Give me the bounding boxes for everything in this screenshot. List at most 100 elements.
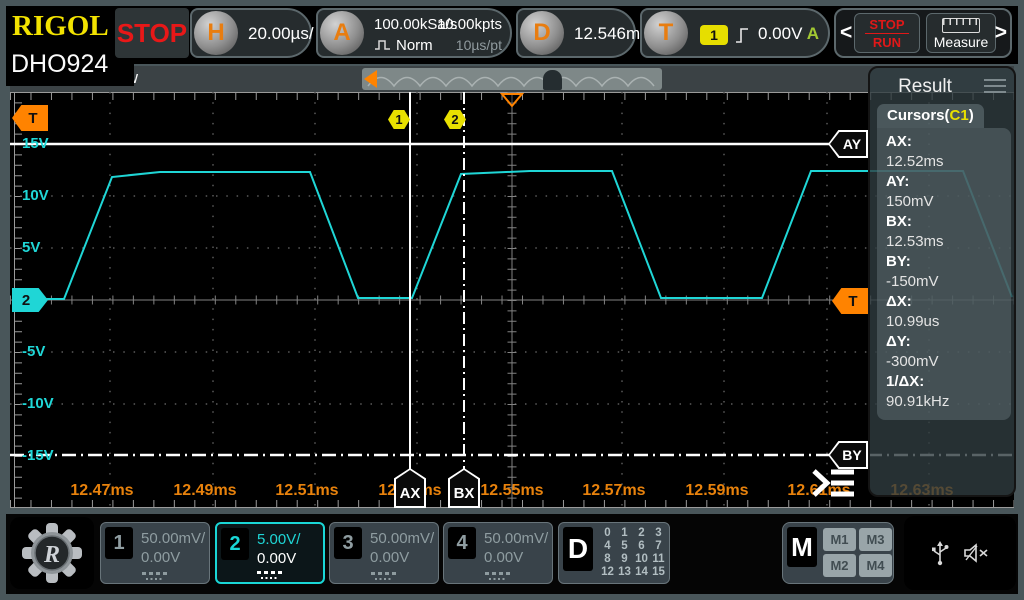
channel2-trace: [22, 170, 1013, 300]
horizontal-settings-button[interactable]: H 20.00µs/: [190, 8, 314, 58]
coupling-icon: [485, 572, 511, 575]
time-per-point: 10µs/pt: [455, 37, 502, 53]
measure-label: Measure: [933, 34, 989, 50]
model-name: DHO924: [11, 50, 109, 78]
result-menu-icon[interactable]: [984, 79, 1006, 97]
trigger-position-icon[interactable]: [499, 93, 525, 108]
rising-edge-icon: [736, 28, 748, 43]
quick-menu-group: < STOP RUN Measure >: [834, 8, 1012, 58]
channel3-scale: 50.00mV/: [370, 530, 435, 547]
result-item: BX: 12.53ms: [886, 212, 1011, 252]
math-box[interactable]: M M1 M3 M2 M4: [782, 522, 894, 584]
channel3-box[interactable]: 3 50.00mV/ 0.00V: [329, 522, 439, 584]
digital-ch: 1: [621, 527, 628, 539]
trigger-settings-button[interactable]: T 1 0.00V A: [640, 8, 830, 58]
x-label: 12.57ms: [582, 482, 646, 499]
result-item: ΔX: 10.99us: [886, 292, 1011, 332]
channel4-number: 4: [448, 527, 476, 559]
coupling-icon: [142, 572, 168, 575]
navigator-position-marker[interactable]: [543, 70, 562, 90]
y-label: 10V: [22, 187, 49, 204]
result-value: -300mV: [886, 353, 939, 370]
x-label: 12.51ms: [275, 482, 339, 499]
digital-ch: 12: [601, 566, 614, 578]
coupling-dots-icon: [146, 578, 164, 580]
digital-ch: 9: [621, 553, 628, 565]
navigator-left-arrow-icon: [364, 70, 377, 88]
digital-ch: 7: [655, 540, 662, 552]
cursors-tab-source: C1: [949, 107, 969, 124]
digital-ch: 0: [604, 527, 611, 539]
math2-button[interactable]: M2: [823, 554, 856, 577]
digital-label: D: [563, 527, 593, 571]
math3-button[interactable]: M3: [859, 528, 892, 551]
result-value: 12.52ms: [886, 153, 944, 170]
waveform-navigator[interactable]: [362, 68, 662, 90]
cursors-tab-prefix: Cursors(: [887, 107, 950, 124]
expand-menu-icon[interactable]: [810, 466, 856, 500]
cursor-bx-label: BX: [450, 470, 478, 506]
rigol-menu-button[interactable]: R: [10, 517, 94, 589]
channel4-box[interactable]: 4 50.00mV/ 0.00V: [443, 522, 553, 584]
x-label: 12.49ms: [173, 482, 237, 499]
digital-channels-box[interactable]: D 0 1 2 3 4 5 6 7 8 9 10 11 12 13 14 15: [558, 522, 670, 584]
x-label: 12.47ms: [70, 482, 134, 499]
x-label: 12.59ms: [685, 482, 749, 499]
prev-arrow-button[interactable]: <: [840, 10, 852, 56]
result-label: ΔY:: [886, 333, 911, 350]
trigger-knob[interactable]: T: [644, 11, 688, 55]
x-label: 12.55ms: [480, 482, 544, 499]
digital-ch: 15: [652, 566, 665, 578]
digital-ch: 14: [635, 566, 648, 578]
cursor-by-label: BY: [830, 443, 866, 467]
memory-depth: 10.00kpts: [436, 16, 502, 33]
result-item: AX: 12.52ms: [886, 132, 1011, 172]
acquisition-status: STOP: [115, 8, 189, 58]
result-value: 10.99us: [886, 313, 940, 330]
math1-button[interactable]: M1: [823, 528, 856, 551]
coupling-icon: [257, 571, 283, 574]
horizontal-knob[interactable]: H: [194, 11, 238, 55]
y-label: -5V: [22, 343, 46, 360]
cursors-tab[interactable]: Cursors(C1): [877, 104, 984, 128]
channel1-number: 1: [105, 527, 133, 559]
y-label: 15V: [22, 135, 49, 152]
result-label: AY:: [886, 173, 910, 190]
rigol-logo: RIGOL: [12, 10, 109, 42]
next-arrow-button[interactable]: >: [995, 10, 1007, 56]
result-panel-title: Result: [898, 76, 952, 97]
coupling-dots-icon: [261, 577, 279, 579]
run-label: RUN: [872, 35, 902, 50]
stop-label: STOP: [865, 16, 909, 34]
result-item: AY: 150mV: [886, 172, 1011, 212]
navigator-sine-pattern: [367, 76, 655, 88]
channel2-box[interactable]: 2 5.00V/ 0.00V: [215, 522, 325, 584]
pulse-icon: [375, 40, 390, 50]
delay-knob[interactable]: D: [520, 11, 564, 55]
result-label: BX:: [886, 213, 912, 230]
acquire-knob[interactable]: A: [320, 11, 364, 55]
digital-ch: 2: [638, 527, 645, 539]
cursor-results-card: AX: 12.52ms AY: 150mV BX: 12.53ms BY: -1…: [877, 128, 1011, 420]
acquire-settings-button[interactable]: A 100.00kSa/s Norm 10.00kpts 10µs/pt: [316, 8, 512, 58]
status-box: [904, 516, 1016, 590]
svg-text:R: R: [43, 542, 60, 568]
stop-run-button[interactable]: STOP RUN: [854, 13, 920, 53]
result-value: 150mV: [886, 193, 934, 210]
channel1-box[interactable]: 1 50.00mV/ 0.00V: [100, 522, 210, 584]
measure-button[interactable]: Measure: [926, 13, 996, 53]
math-label: M: [787, 527, 817, 567]
coupling-dots-icon: [489, 578, 507, 580]
delay-settings-button[interactable]: D 12.546ms: [516, 8, 649, 58]
cursors-tab-suffix: ): [968, 107, 974, 124]
math4-button[interactable]: M4: [859, 554, 892, 577]
trigger-sweep-mode: A: [806, 24, 819, 43]
channel3-number: 3: [334, 527, 362, 559]
result-value: 12.53ms: [886, 233, 944, 250]
result-value: -150mV: [886, 273, 939, 290]
result-label: 1/ΔX:: [886, 373, 925, 390]
result-label: AX:: [886, 133, 912, 150]
result-item: BY: -150mV: [886, 252, 1011, 292]
channel4-offset: 0.00V: [484, 549, 524, 566]
y-label: -15V: [22, 447, 54, 464]
